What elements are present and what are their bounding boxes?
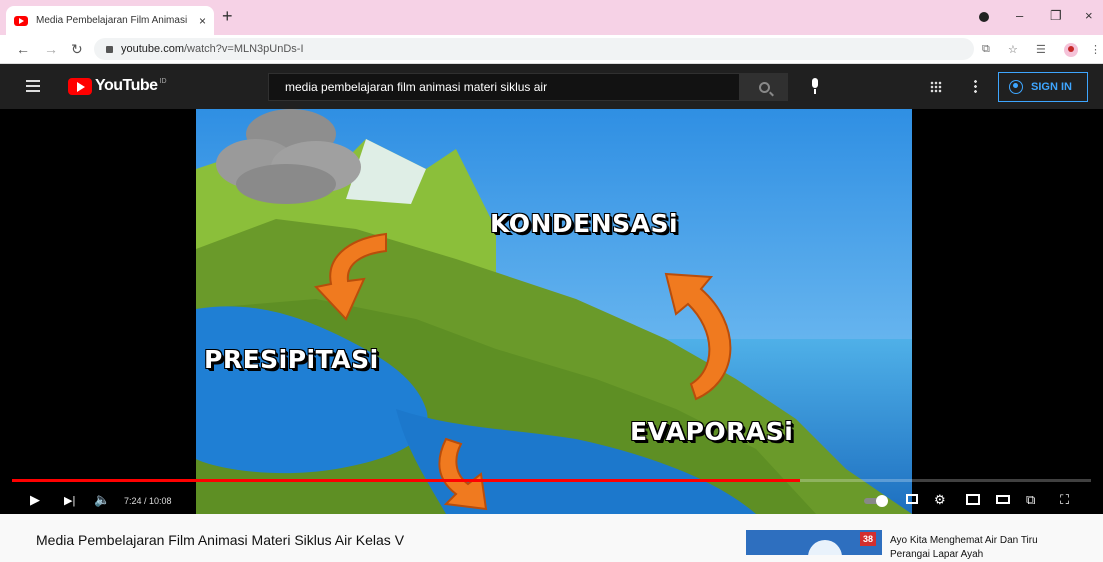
browser-tab-strip: Media Pembelajaran Film Animasi × + – ❐ … [0, 0, 1103, 35]
forward-arrow-icon[interactable]: → [44, 41, 58, 57]
new-tab-button[interactable]: + [222, 6, 233, 27]
recording-indicator-icon [979, 12, 989, 22]
url-path: /watch?v=MLN3pUnDs-I [183, 43, 304, 55]
browser-toolbar: ← → ↻ youtube.com/watch?v=MLN3pUnDs-I ⧉ … [0, 35, 1103, 64]
progress-bar[interactable] [12, 479, 1091, 482]
browser-tab[interactable]: Media Pembelajaran Film Animasi × [6, 6, 214, 35]
recommended-video-title[interactable]: Ayo Kita Menghemat Air Dan Tiru Perangai… [890, 534, 1050, 562]
search-icon [758, 81, 770, 93]
label-evaporasi: EVAPORASi [630, 417, 794, 446]
progress-played [12, 479, 800, 482]
next-video-icon[interactable]: ▶| [64, 494, 75, 507]
url-host: youtube.com [121, 43, 184, 55]
search-input[interactable]: media pembelajaran film animasi materi s… [268, 73, 740, 101]
label-presipitasi: PRESiPiTASi [204, 345, 379, 374]
reading-list-icon[interactable]: ☰ [1036, 43, 1046, 56]
video-frame [196, 109, 912, 514]
sign-in-label: SIGN IN [1031, 81, 1072, 93]
back-arrow-icon[interactable]: ← [16, 41, 30, 57]
video-player[interactable]: KONDENSASi PRESiPiTASi EVAPORASi ▶ ▶| 🔈 … [0, 109, 1103, 514]
microphone-icon[interactable] [806, 78, 824, 96]
youtube-header: YouTube ID media pembelajaran film anima… [0, 64, 1103, 109]
sign-in-button[interactable]: SIGN IN [998, 72, 1088, 102]
autoplay-toggle[interactable] [864, 495, 888, 507]
youtube-favicon-icon [14, 15, 28, 26]
tab-title: Media Pembelajaran Film Animasi [36, 15, 188, 26]
subtitles-icon[interactable] [906, 494, 918, 504]
player-controls: ▶ ▶| 🔈 7:24 / 10:08 ⚙ ⧉ ⛶ [0, 487, 1103, 514]
hamburger-menu-icon[interactable] [26, 80, 40, 92]
search-button[interactable] [740, 73, 788, 101]
settings-kebab-icon[interactable] [974, 79, 977, 93]
play-icon[interactable]: ▶ [30, 492, 40, 508]
time-display: 7:24 / 10:08 [124, 496, 172, 506]
cast-screen-icon[interactable]: ⧉ [1026, 492, 1035, 508]
region-code: ID [159, 77, 167, 85]
lock-icon [106, 45, 113, 53]
video-title: Media Pembelajaran Film Animasi Materi S… [36, 532, 405, 548]
apps-grid-icon[interactable] [930, 81, 942, 93]
recommended-video-thumbnail[interactable]: 38 [746, 530, 882, 555]
fullscreen-icon[interactable]: ⛶ [1060, 492, 1069, 508]
restore-button[interactable]: ❐ [1050, 8, 1062, 24]
search-query: media pembelajaran film animasi materi s… [285, 80, 548, 94]
profile-avatar-icon[interactable] [1064, 43, 1078, 57]
bookmark-star-icon[interactable]: ☆ [1008, 43, 1018, 56]
browser-menu-icon[interactable]: ⋮ [1090, 43, 1101, 56]
miniplayer-icon[interactable] [966, 494, 980, 505]
thumbnail-badge: 38 [860, 532, 876, 546]
address-bar[interactable]: youtube.com/watch?v=MLN3pUnDs-I [94, 38, 974, 60]
tab-close-icon[interactable]: × [199, 14, 206, 28]
account-icon [1009, 80, 1023, 94]
reload-icon[interactable]: ↻ [71, 41, 83, 58]
url-text: youtube.com/watch?v=MLN3pUnDs-I [121, 43, 304, 55]
cast-icon[interactable]: ⧉ [982, 43, 990, 56]
theater-mode-icon[interactable] [996, 495, 1010, 504]
thumbnail-art [808, 540, 842, 555]
close-window-button[interactable]: × [1085, 8, 1093, 23]
youtube-play-logo-icon [68, 77, 92, 95]
minimize-button[interactable]: – [1016, 8, 1023, 23]
label-kondensasi: KONDENSASi [490, 209, 679, 238]
youtube-logo[interactable]: YouTube ID [68, 77, 167, 95]
settings-gear-icon[interactable]: ⚙ [934, 492, 946, 508]
volume-icon[interactable]: 🔈 [94, 492, 110, 508]
youtube-wordmark: YouTube [95, 77, 158, 94]
